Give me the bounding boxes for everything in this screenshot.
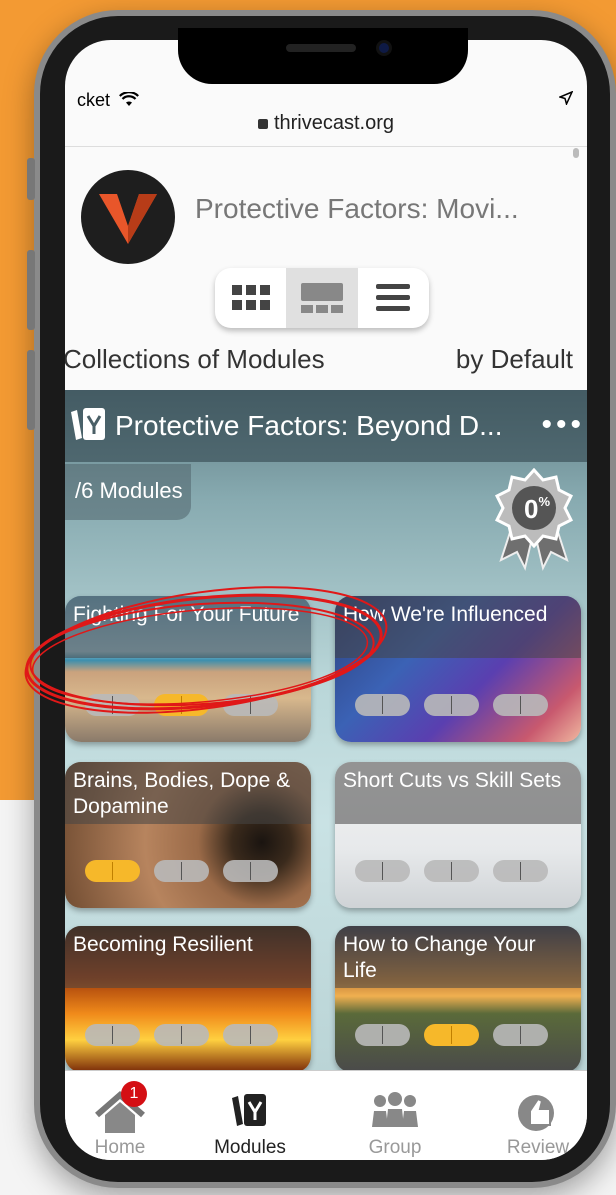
status-bar-right: [557, 90, 574, 110]
nav-review-label: Review: [506, 1137, 570, 1158]
more-options-icon[interactable]: •••: [541, 408, 585, 442]
bottom-navigation: 1 Home Modules Group Review: [65, 1070, 587, 1160]
progress-step-complete: [85, 860, 140, 882]
module-card[interactable]: How to Change Your Life: [335, 926, 581, 1072]
nav-review[interactable]: Review: [473, 1071, 587, 1160]
module-card[interactable]: How We're Influenced: [335, 596, 581, 742]
module-card[interactable]: Short Cuts vs Skill Sets: [335, 762, 581, 908]
phone-mute-switch: [27, 158, 35, 200]
view-toggle: [215, 268, 429, 328]
notification-badge: 1: [121, 1081, 147, 1107]
divider: [65, 146, 587, 147]
progress-step: [493, 694, 548, 716]
view-list-button[interactable]: [358, 268, 429, 328]
sort-dropdown[interactable]: by Default: [456, 344, 573, 375]
progress-step-complete: [154, 694, 209, 716]
address-bar[interactable]: thrivecast.org: [65, 112, 587, 142]
collection-panel: Protective Factors: Beyond D... ••• /6 M…: [65, 390, 587, 1110]
progress-step: [424, 694, 479, 716]
module-progress: [85, 694, 278, 716]
module-progress: [355, 1024, 548, 1046]
module-card[interactable]: Becoming Resilient: [65, 926, 311, 1072]
progress-percent: 0%: [523, 494, 551, 524]
module-progress: [85, 860, 278, 882]
view-grid-large-button[interactable]: [286, 268, 358, 328]
module-title: How to Change Your Life: [335, 926, 581, 988]
progress-step-complete: [424, 1024, 479, 1046]
group-icon: [330, 1091, 460, 1135]
list-icon: [376, 284, 411, 311]
collections-label: Collections of Modules: [65, 344, 325, 374]
progress-step: [223, 694, 278, 716]
url-text: thrivecast.org: [273, 112, 395, 134]
thumbs-up-icon: [473, 1091, 587, 1135]
module-title: Fighting For Your Future: [65, 596, 311, 658]
phone-screen: cket thrivecast.org Protective Factors: …: [65, 40, 587, 1160]
progress-badge: 0%: [491, 467, 577, 583]
nav-modules[interactable]: Modules: [185, 1071, 315, 1160]
collection-title: Protective Factors: Beyond D...: [115, 410, 503, 441]
app-logo[interactable]: [81, 170, 175, 264]
module-title: Short Cuts vs Skill Sets: [335, 762, 581, 824]
module-progress: [355, 694, 548, 716]
module-title: How We're Influenced: [335, 596, 581, 658]
thrivecast-logo-icon: [99, 194, 157, 244]
page-title: Protective Factors: Movi...: [195, 193, 519, 224]
progress-step: [154, 860, 209, 882]
progress-step: [85, 694, 140, 716]
nav-home[interactable]: 1 Home: [65, 1071, 185, 1160]
nav-group-label: Group: [368, 1137, 422, 1158]
view-grid-small-button[interactable]: [215, 268, 286, 328]
phone-volume-down: [27, 350, 35, 430]
progress-step: [223, 1024, 278, 1046]
progress-step: [154, 1024, 209, 1046]
module-count: /6 Modules: [65, 464, 191, 520]
carrier-label: cket: [77, 90, 111, 110]
progress-step: [223, 860, 278, 882]
progress-step: [493, 1024, 548, 1046]
progress-step: [355, 1024, 410, 1046]
nav-home-label: Home: [94, 1137, 146, 1158]
module-progress: [355, 860, 548, 882]
location-arrow-icon: [557, 90, 574, 107]
modules-icon: [185, 1091, 315, 1135]
nav-group[interactable]: Group: [330, 1071, 460, 1160]
progress-step: [493, 860, 548, 882]
camera: [376, 40, 392, 56]
module-progress: [85, 1024, 278, 1046]
modules-icon: [71, 408, 105, 440]
scrollbar[interactable]: [573, 148, 579, 158]
wifi-icon: [119, 91, 140, 106]
phone-notch: [178, 28, 468, 84]
grid-large-icon: [300, 283, 343, 313]
grid-small-icon: [231, 285, 270, 310]
progress-step: [355, 694, 410, 716]
module-card[interactable]: Brains, Bodies, Dope & Dopamine: [65, 762, 311, 908]
speaker: [286, 44, 356, 52]
collection-header[interactable]: Protective Factors: Beyond D... •••: [65, 390, 587, 462]
module-card[interactable]: Fighting For Your Future: [65, 596, 311, 742]
status-bar-left: cket: [77, 90, 140, 111]
progress-step: [424, 860, 479, 882]
nav-modules-label: Modules: [214, 1137, 286, 1158]
lock-icon: [257, 118, 268, 129]
progress-step: [85, 1024, 140, 1046]
module-title: Becoming Resilient: [65, 926, 311, 988]
phone-volume-up: [27, 250, 35, 330]
module-title: Brains, Bodies, Dope & Dopamine: [65, 762, 311, 824]
progress-step: [355, 860, 410, 882]
